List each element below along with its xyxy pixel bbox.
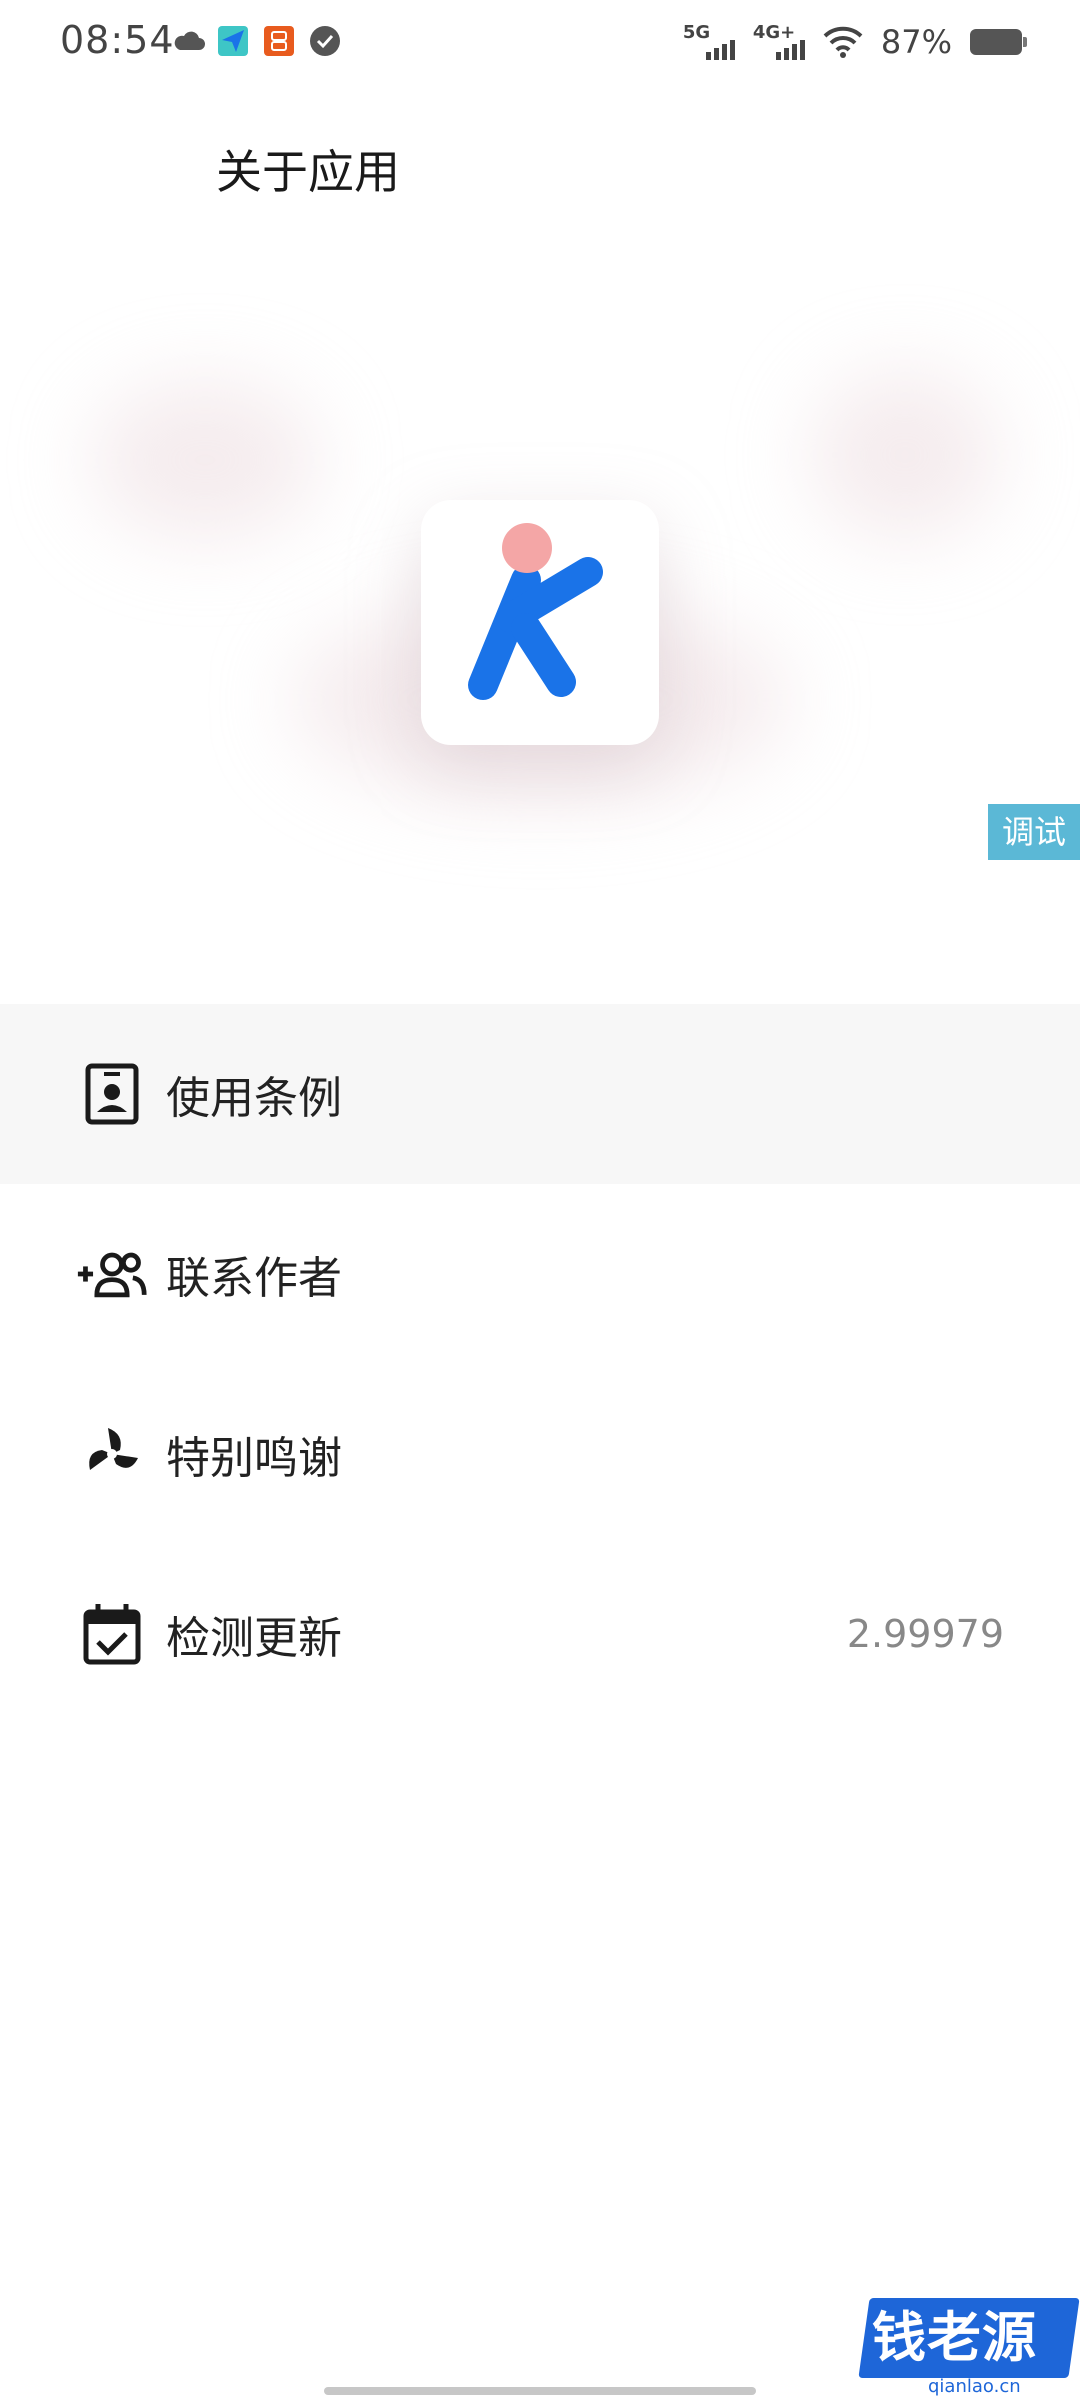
menu-item-terms[interactable]: 使用条例 bbox=[0, 1004, 1080, 1184]
menu-item-contact-author[interactable]: 联系作者 bbox=[0, 1184, 1080, 1364]
app-logo bbox=[421, 500, 659, 745]
menu-label: 检测更新 bbox=[166, 1613, 342, 1664]
menu-item-special-thanks[interactable]: 特别鸣谢 bbox=[0, 1364, 1080, 1544]
cloud-icon bbox=[174, 31, 205, 50]
decor-blur bbox=[90, 380, 320, 540]
home-indicator[interactable] bbox=[324, 2387, 756, 2395]
app-logo-area bbox=[0, 300, 1080, 920]
watermark-logo: 钱老源码 qianlao.cn bbox=[858, 2290, 1080, 2400]
wifi-icon bbox=[823, 26, 863, 58]
contact-card-icon bbox=[76, 1058, 148, 1130]
debug-tab[interactable]: 调试 bbox=[988, 804, 1080, 860]
menu-label: 联系作者 bbox=[166, 1253, 342, 1304]
status-time: 08:54 bbox=[60, 18, 175, 62]
k-logo-icon bbox=[468, 523, 603, 700]
menu-label: 特别鸣谢 bbox=[166, 1433, 342, 1484]
battery-percent: 87% bbox=[880, 23, 952, 61]
decor-blur bbox=[810, 370, 1000, 540]
page-title: 关于应用 bbox=[216, 145, 400, 199]
watermark-domain: qianlao.cn bbox=[928, 2376, 1021, 2397]
check-circle-icon bbox=[310, 26, 340, 56]
about-menu: 使用条例 联系作者 特别鸣谢 检测更新 2.99979 bbox=[0, 1004, 1080, 1724]
version-number: 2.99979 bbox=[846, 1612, 1004, 1656]
status-bar: 08:54 5G 4G+ 87% bbox=[0, 0, 1080, 86]
shuriken-icon bbox=[76, 1418, 148, 1490]
about-app-screen: 08:54 5G 4G+ 87% 关于应用 调试 使用条例 联系作者 特别鸣谢 … bbox=[0, 0, 1080, 2400]
4g-signal-icon: 4G+ bbox=[753, 22, 805, 62]
add-contact-icon bbox=[76, 1238, 148, 1310]
calendar-check-icon bbox=[76, 1598, 148, 1670]
5g-signal-icon: 5G bbox=[683, 22, 735, 62]
menu-label: 使用条例 bbox=[166, 1073, 342, 1124]
battery-icon bbox=[970, 29, 1027, 55]
send-app-icon bbox=[218, 26, 248, 56]
status-right-group: 5G 4G+ 87% bbox=[683, 18, 1027, 66]
orange-app-icon bbox=[264, 26, 294, 56]
menu-item-check-update[interactable]: 检测更新 2.99979 bbox=[0, 1544, 1080, 1724]
